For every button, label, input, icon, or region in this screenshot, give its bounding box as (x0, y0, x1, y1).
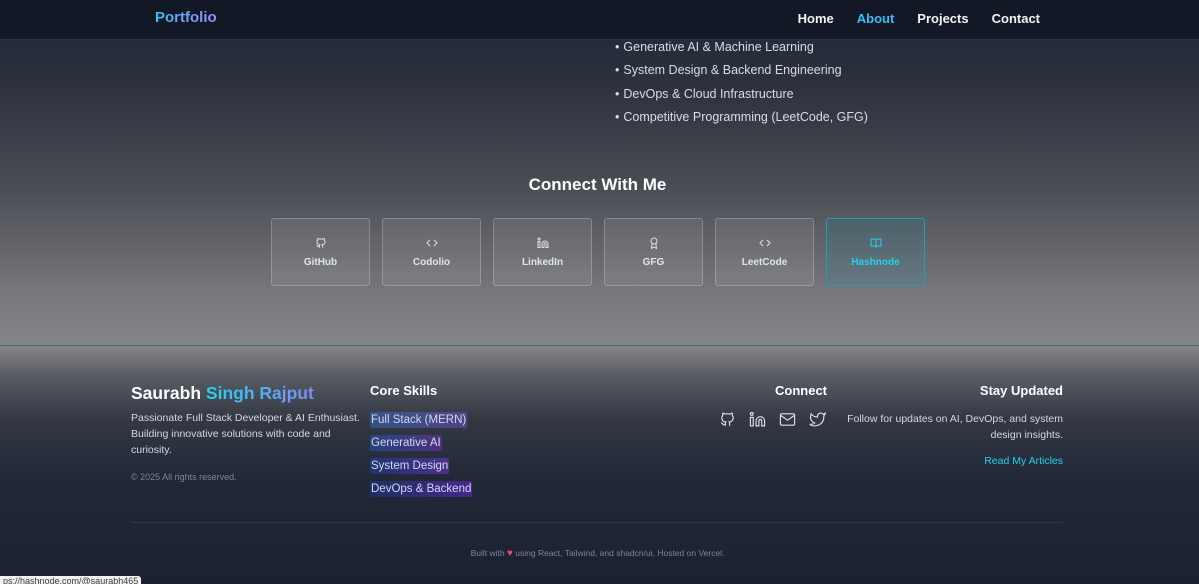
nav-links: Home About Projects Contact (798, 11, 1040, 26)
linkedin-icon (537, 237, 549, 249)
book-open-icon (870, 237, 882, 249)
card-label: GitHub (303, 256, 338, 268)
connect-card-github[interactable]: GitHub (271, 218, 370, 286)
read-articles-link[interactable]: Read My Articles (984, 455, 1063, 467)
footer-connect-heading: Connect (775, 383, 827, 398)
card-label: LeetCode (741, 256, 788, 268)
heart-icon: ♥ (506, 548, 513, 559)
core-skills-list: Full Stack (MERN) Generative AI System D… (370, 412, 473, 504)
nav-link-about[interactable]: About (857, 11, 895, 26)
stay-updated-text: Follow for updates on AI, DevOps, and sy… (847, 413, 1063, 441)
skill-tag: Full Stack (MERN) (370, 412, 468, 428)
card-label: Codolio (412, 256, 451, 268)
twitter-icon[interactable] (809, 411, 826, 428)
connect-card-hashnode[interactable]: Hashnode (826, 218, 925, 286)
built-with-text: Built with ♥ using React, Tailwind, and … (470, 548, 725, 559)
navbar: Portfolio Home About Projects Contact (0, 0, 1199, 40)
connect-cards: GitHub Codolio LinkedIn GFG LeetCode Has… (271, 218, 925, 286)
about-section-background (0, 0, 1199, 345)
footer-divider (131, 522, 1063, 523)
card-label: GFG (642, 256, 665, 268)
social-links (719, 411, 826, 428)
code-icon (425, 237, 438, 249)
footer-description: Passionate Full Stack Developer & AI Ent… (131, 412, 360, 456)
github-icon[interactable] (719, 411, 736, 428)
nav-link-contact[interactable]: Contact (992, 11, 1040, 26)
card-label: LinkedIn (521, 256, 564, 268)
list-item: • Generative AI & Machine Learning (615, 40, 814, 54)
skill-tag: Generative AI (370, 435, 442, 451)
brand-logo[interactable]: Portfolio (155, 9, 217, 26)
copyright: © 2025 All rights reserved. (131, 472, 237, 482)
connect-card-leetcode[interactable]: LeetCode (715, 218, 814, 286)
connect-heading: Connect With Me (528, 175, 667, 194)
skill-tag: System Design (370, 458, 450, 474)
mail-icon[interactable] (779, 411, 796, 428)
code-icon (758, 237, 771, 249)
connect-card-gfg[interactable]: GFG (604, 218, 703, 286)
browser-status-url: ps://hashnode.com/@saurabh465 (0, 576, 142, 584)
github-icon (315, 237, 327, 249)
interests-list: • Generative AI & Machine Learning • Syste… (615, 40, 868, 133)
connect-card-linkedin[interactable]: LinkedIn (493, 218, 592, 286)
list-item: • System Design & Backend Engineering (615, 63, 842, 78)
list-item: • Competitive Programming (LeetCode, GFG) (615, 109, 868, 124)
core-skills-heading: Core Skills (370, 383, 438, 398)
connect-card-codolio[interactable]: Codolio (382, 218, 481, 286)
footer-name: Saurabh Singh Rajput (131, 383, 314, 403)
stay-updated-heading: Stay Updated (979, 383, 1063, 398)
nav-link-projects[interactable]: Projects (917, 11, 968, 26)
list-item: • DevOps & Cloud Infrastructure (615, 86, 794, 101)
linkedin-icon[interactable] (749, 411, 766, 428)
nav-link-home[interactable]: Home (798, 11, 834, 26)
skill-tag: DevOps & Backend (370, 481, 473, 497)
card-label: Hashnode (851, 256, 900, 268)
award-icon (648, 237, 660, 249)
